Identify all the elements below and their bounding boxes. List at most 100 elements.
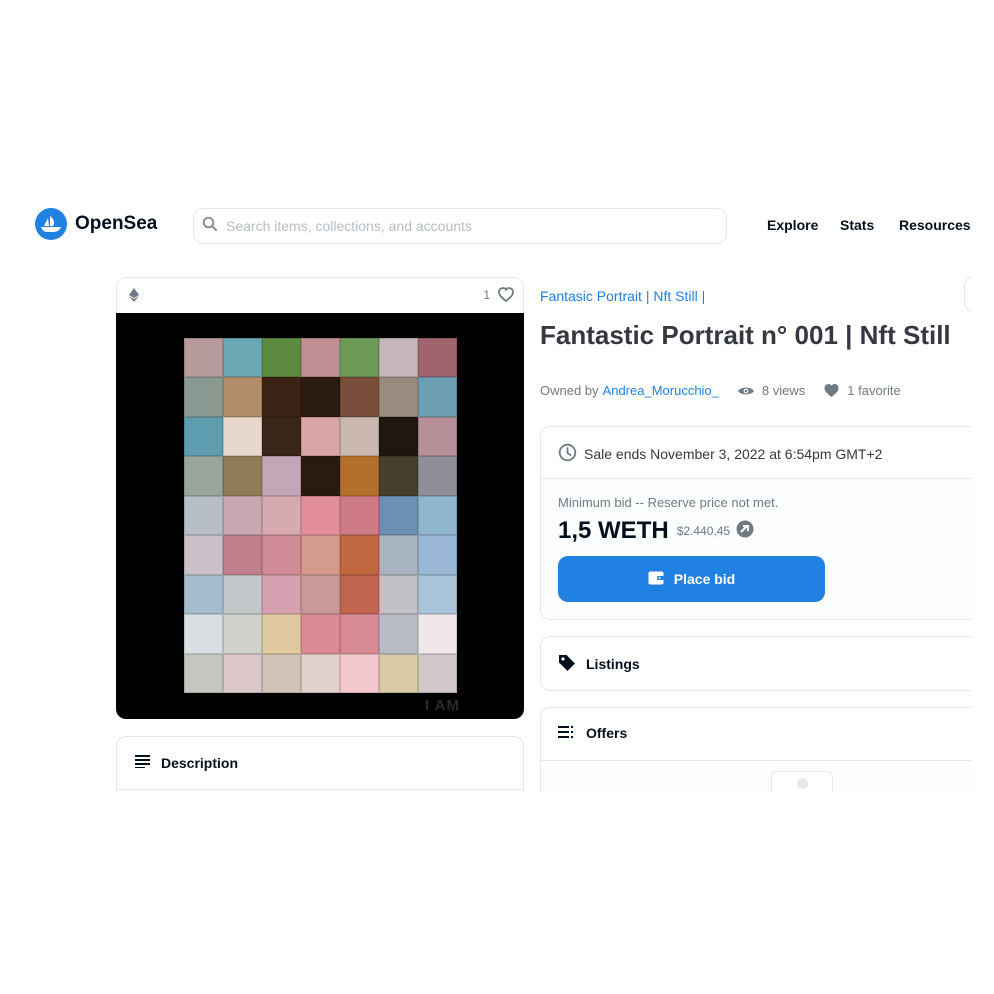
lines-icon (135, 754, 151, 771)
mosaic-tile (184, 338, 223, 378)
nav-stats[interactable]: Stats (840, 217, 874, 233)
price-weth: 1,5 WETH (558, 517, 669, 544)
offers-header[interactable]: Offers (558, 725, 627, 741)
collection-link[interactable]: Fantasic Portrait | Nft Still | (540, 288, 705, 304)
mosaic-tile (301, 614, 340, 654)
item-title: Fantastic Portrait n° 001 | Nft Still (540, 320, 951, 350)
description-panel[interactable]: Description (116, 736, 524, 792)
mosaic-tile (223, 535, 262, 575)
mosaic-tile (340, 456, 379, 496)
divider (117, 789, 523, 790)
mosaic-tile (262, 377, 301, 417)
description-header[interactable]: Description (135, 754, 238, 771)
heart-icon (823, 383, 840, 398)
mosaic-tile (184, 416, 223, 457)
mosaic-tile (340, 653, 379, 693)
mosaic-tile (223, 653, 262, 693)
mosaic-tile (418, 574, 457, 615)
search-icon (202, 216, 218, 237)
share-button[interactable] (964, 276, 972, 312)
owned-by-label: Owned by (540, 383, 599, 398)
price-row: 1,5 WETH $2.440,45 (558, 517, 754, 545)
mosaic-tile (184, 614, 223, 654)
owner-link[interactable]: Andrea_Morucchio_ (603, 383, 719, 398)
minimum-bid-label: Minimum bid -- Reserve price not met. (558, 495, 779, 510)
mosaic-tile (301, 338, 340, 378)
offers-label: Offers (586, 725, 628, 741)
mosaic-tile (262, 456, 301, 496)
artwork-image[interactable]: I AM (116, 313, 524, 719)
offers-empty-state (541, 761, 972, 792)
mosaic-tile (418, 377, 457, 417)
mosaic-tile (301, 653, 340, 693)
nav-resources[interactable]: Resources (899, 217, 971, 233)
owner-stats-row: Owned by Andrea_Morucchio_ 8 views 1 fav… (540, 383, 901, 398)
mosaic-tile (379, 338, 418, 378)
mosaic-tile (340, 535, 379, 575)
mosaic-tile (184, 574, 223, 615)
mosaic-tile (418, 495, 457, 536)
favorite-count: 1 (483, 288, 490, 302)
price-usd: $2.440,45 (676, 524, 731, 538)
opensea-logo[interactable]: OpenSea (35, 208, 157, 240)
mosaic-tile (223, 614, 262, 654)
mosaic-tile (418, 614, 457, 654)
listings-header[interactable]: Listings (558, 654, 640, 674)
listings-panel[interactable]: Listings (540, 636, 972, 691)
mosaic-tile (340, 338, 379, 378)
mosaic-tile (418, 416, 457, 457)
mosaic-tile (223, 377, 262, 417)
offers-panel[interactable]: Offers (540, 707, 972, 792)
mosaic-tile (379, 416, 418, 457)
bid-section: Minimum bid -- Reserve price not met. 1,… (541, 479, 972, 619)
mosaic-tile (301, 495, 340, 536)
tag-icon (558, 654, 576, 674)
mosaic-tile (418, 456, 457, 496)
mosaic-tile (184, 495, 223, 536)
mosaic-tile (223, 338, 262, 378)
mosaic-tile (340, 614, 379, 654)
search-bar[interactable] (193, 208, 727, 244)
mosaic-tile (184, 653, 223, 693)
clock-icon (558, 443, 577, 465)
artwork-caption: I AM (424, 697, 460, 714)
nav-explore[interactable]: Explore (767, 217, 818, 233)
mosaic-tile (262, 614, 301, 654)
mosaic-tile (184, 377, 223, 417)
opensea-window: OpenSea Explore Stats Resources 1 I AM D… (0, 198, 972, 792)
butterfly-wing-mosaic (184, 338, 457, 693)
mosaic-tile (418, 338, 457, 378)
mosaic-tile (379, 614, 418, 654)
mosaic-tile (340, 495, 379, 536)
mosaic-tile (418, 535, 457, 575)
mosaic-tile (418, 653, 457, 693)
mosaic-tile (223, 495, 262, 536)
mosaic-tile (379, 456, 418, 496)
mosaic-tile (301, 416, 340, 457)
heart-icon[interactable] (498, 287, 514, 307)
mosaic-tile (301, 456, 340, 496)
mosaic-tile (262, 495, 301, 536)
mosaic-tile (223, 456, 262, 496)
empty-offers-icon (771, 771, 833, 792)
eye-icon (737, 385, 755, 397)
place-bid-button[interactable]: Place bid (558, 556, 825, 602)
mosaic-tile (340, 416, 379, 457)
mosaic-tile (262, 338, 301, 378)
mosaic-tile (301, 535, 340, 575)
search-input[interactable] (224, 217, 708, 235)
ethereum-icon (129, 288, 139, 307)
mosaic-tile (262, 535, 301, 575)
favorites-count[interactable]: 1 favorite (847, 383, 900, 398)
sale-panel: Sale ends November 3, 2022 at 6:54pm GMT… (540, 426, 972, 620)
listings-label: Listings (586, 656, 640, 672)
mosaic-tile (223, 574, 262, 615)
mosaic-tile (262, 653, 301, 693)
mosaic-tile (379, 574, 418, 615)
views-count: 8 views (761, 383, 806, 398)
sale-end-header: Sale ends November 3, 2022 at 6:54pm GMT… (558, 443, 882, 465)
mosaic-tile (301, 377, 340, 417)
mosaic-tile (301, 574, 340, 615)
list-icon (558, 725, 576, 741)
description-label: Description (161, 754, 239, 771)
